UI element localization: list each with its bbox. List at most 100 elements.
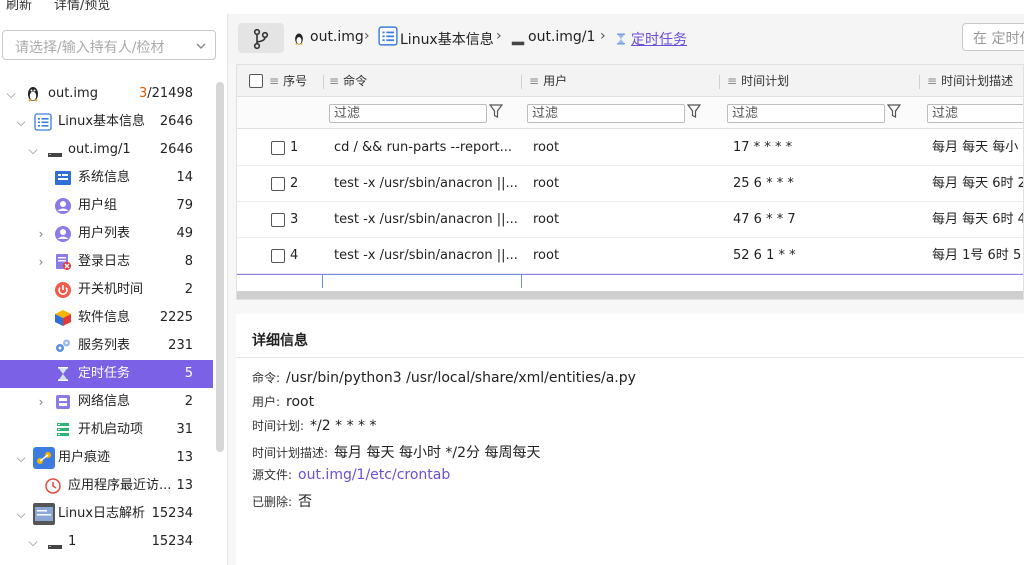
detail-title: 详细信息: [252, 333, 308, 349]
tree-item-login-log[interactable]: › 登录日志 8: [0, 248, 213, 276]
chevron-down-icon[interactable]: ⌵: [4, 80, 18, 108]
tree-item-startup-items[interactable]: 开机启动项 31: [0, 416, 213, 444]
tree-item-count: 13: [176, 450, 193, 465]
cell-schedule: 47 6 * * 7: [733, 212, 796, 227]
cell-schedule: 52 6 1 * *: [733, 248, 796, 263]
cell-editor[interactable]: [322, 274, 522, 288]
tree-item-system-info[interactable]: 系统信息 14: [0, 164, 213, 192]
breadcrumb: out.img › Linux基本信息 › out.img/1 › 定时任务 在…: [228, 14, 1024, 64]
tree-item-label: 用户痕迹: [58, 450, 111, 465]
tree-item-count: 49: [176, 226, 193, 241]
tree-item-out-img[interactable]: ⌵ out.img 3/21498: [0, 80, 213, 108]
chevron-down-icon[interactable]: ⌵: [26, 528, 40, 556]
cell-schedule-desc: 每月 每天 6时 2: [932, 176, 1024, 191]
schedule-desc-filter-input[interactable]: 过滤: [927, 104, 1023, 123]
chevron-right-icon[interactable]: ›: [34, 220, 48, 248]
left-panel: 请选择/输入持有人/检材 ⌵ out.img 3/21498 ⌵ Linux基本…: [0, 14, 228, 565]
sidebar-scrollbar[interactable]: [216, 82, 224, 452]
tree-item-user-list[interactable]: › 用户列表 49: [0, 220, 213, 248]
command-filter-input[interactable]: 过滤: [329, 104, 487, 123]
chevron-right-icon[interactable]: ›: [34, 248, 48, 276]
tree-item-recent-apps[interactable]: 应用程序最近访... 13: [0, 472, 213, 500]
chevron-down-icon[interactable]: ⌵: [14, 500, 28, 528]
table-horizontal-scrollbar[interactable]: [237, 291, 1023, 299]
row-checkbox[interactable]: [271, 249, 285, 263]
breadcrumb-current[interactable]: 定时任务: [631, 29, 687, 49]
cell-schedule-desc: 每月 1号 6时 5: [932, 248, 1022, 263]
column-menu-icon: ≡: [269, 74, 280, 88]
search-placeholder: 在 定时任务: [973, 31, 1024, 47]
network-icon: [54, 393, 72, 411]
row-checkbox[interactable]: [271, 213, 285, 227]
column-header-command[interactable]: ≡ 命令: [329, 65, 367, 97]
tree-item-linux-basic-info[interactable]: ⌵ Linux基本信息 2646: [0, 108, 213, 136]
chevron-right-icon[interactable]: ›: [34, 388, 48, 416]
tree-item-label: out.img/1: [68, 142, 131, 157]
filter-icon[interactable]: [488, 103, 504, 123]
disk-icon: [46, 141, 64, 159]
search-input[interactable]: 在 定时任务: [962, 23, 1024, 51]
tree-item-partition-1[interactable]: ⌵ 1 15234: [0, 528, 213, 556]
table-row[interactable]: 4 test -x /usr/sbin/anacron ||... root 5…: [237, 238, 1023, 274]
chevron-right-icon: ›: [364, 28, 370, 44]
branch-view-button[interactable]: [238, 23, 284, 53]
tree-item-count: 14: [176, 170, 193, 185]
tree-item-label: 用户列表: [78, 226, 131, 241]
detail-field-deleted: 已删除: 否: [252, 494, 313, 510]
chevron-down-icon[interactable]: ⌵: [14, 108, 28, 136]
table-row[interactable]: 3 test -x /usr/sbin/anacron ||... root 4…: [237, 202, 1024, 238]
tree-item-power-time[interactable]: 开关机时间 2: [0, 276, 213, 304]
tree-item-count: 5: [184, 366, 193, 381]
tree-item-out-img-1[interactable]: ⌵ out.img/1 2646: [0, 136, 213, 164]
tree-item-count: 2225: [159, 310, 193, 325]
tree-item-user-group[interactable]: 用户组 79: [0, 192, 213, 220]
cell-command: cd / && run-parts --report...: [334, 140, 513, 155]
tree-item-software-info[interactable]: 软件信息 2225: [0, 304, 213, 332]
column-menu-icon: ≡: [927, 74, 938, 88]
tree-item-label: 定时任务: [78, 366, 131, 381]
cell-seq: 2: [290, 176, 299, 191]
table-row[interactable]: 2 test -x /usr/sbin/anacron ||... root 2…: [237, 166, 1024, 202]
row-checkbox[interactable]: [271, 141, 285, 155]
column-header-seq[interactable]: ≡ 序号: [269, 65, 307, 97]
cell-user: root: [533, 140, 560, 155]
chevron-down-icon[interactable]: ⌵: [26, 136, 40, 164]
filter-icon[interactable]: [886, 103, 902, 123]
column-header-schedule-desc[interactable]: ≡ 时间计划描述: [927, 65, 1013, 97]
table-row-partial[interactable]: [237, 274, 1023, 288]
tree-item-network-info[interactable]: › 网络信息 2: [0, 388, 213, 416]
cell-schedule-desc: 每月 每天 6时 4: [932, 212, 1024, 227]
tree-item-count: 2646: [159, 114, 193, 129]
hourglass-icon: [614, 30, 628, 52]
list-icon: [378, 26, 398, 50]
cell-schedule: 17 * * * *: [733, 140, 793, 155]
tree-item-user-traces[interactable]: ⌵ 用户痕迹 13: [0, 444, 213, 472]
filter-icon[interactable]: [686, 103, 702, 123]
table-row[interactable]: 1 cd / && run-parts --report... root 17 …: [237, 130, 1023, 166]
tree-item-count: 8: [184, 254, 193, 269]
tree-item-label: 用户组: [78, 198, 118, 213]
holder-selector[interactable]: 请选择/输入持有人/检材: [2, 30, 216, 60]
refresh-button[interactable]: 刷新: [6, 0, 32, 13]
breadcrumb-item[interactable]: Linux基本信息: [400, 29, 494, 49]
column-header-schedule[interactable]: ≡ 时间计划: [727, 65, 789, 97]
column-header-user[interactable]: ≡ 用户: [529, 65, 567, 97]
chevron-down-icon[interactable]: ⌵: [14, 444, 28, 472]
preview-tab[interactable]: 详情/预览: [54, 0, 110, 13]
breadcrumb-item[interactable]: out.img/1: [528, 29, 595, 45]
tree-item-service-list[interactable]: 服务列表 231: [0, 332, 213, 360]
tree-item-scheduled-tasks[interactable]: 定时任务 5: [0, 360, 213, 388]
cell-command: test -x /usr/sbin/anacron ||...: [334, 248, 518, 263]
user-filter-input[interactable]: 过滤: [527, 104, 685, 123]
select-all-checkbox[interactable]: [249, 74, 263, 88]
branch-icon: [252, 28, 270, 49]
schedule-filter-input[interactable]: 过滤: [727, 104, 885, 123]
tree-item-count: 231: [168, 338, 193, 353]
tree-item-linux-log-parse[interactable]: ⌵ Linux日志解析 15234: [0, 500, 213, 528]
row-checkbox[interactable]: [271, 177, 285, 191]
holder-selector-placeholder: 请选择/输入持有人/检材: [15, 40, 165, 56]
breadcrumb-item[interactable]: out.img: [310, 29, 364, 45]
tree-item-label: 系统信息: [78, 170, 131, 185]
detail-field-schedule-desc: 时间计划描述: 每月 每天 每小时 */2分 每周每天: [252, 445, 541, 461]
source-file-link[interactable]: out.img/1/etc/crontab: [298, 467, 450, 483]
